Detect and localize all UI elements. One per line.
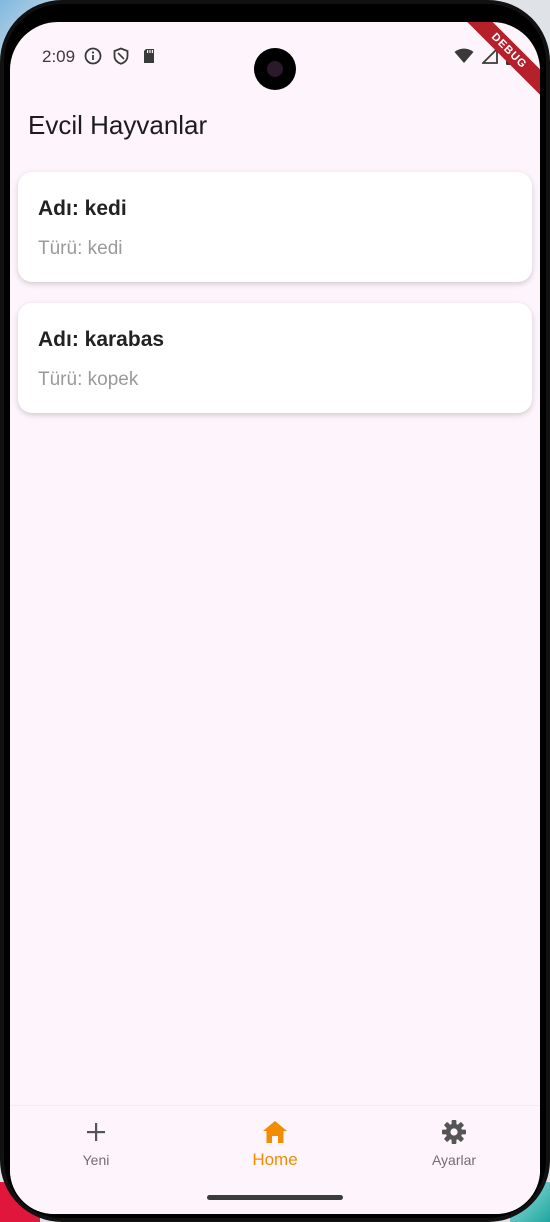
nav-item-label: Ayarlar	[431, 1152, 477, 1168]
list-item[interactable]: Adı: karabas Türü: kopek	[18, 303, 532, 413]
info-icon	[84, 47, 102, 65]
gesture-bar[interactable]	[207, 1195, 343, 1200]
phone-frame: 2:09 DEBUG Evcil Hayvanlar Adı: kedi Tür…	[0, 0, 550, 1222]
shield-icon	[112, 47, 130, 65]
nav-item-label: Yeni	[82, 1152, 110, 1168]
front-camera	[254, 48, 296, 90]
gear-icon	[440, 1118, 468, 1146]
page-title: Evcil Hayvanlar	[28, 110, 208, 140]
nav-item-label: Home	[252, 1150, 298, 1169]
status-bar: 2:09 DEBUG	[10, 22, 540, 104]
nav-item-home[interactable]: Home	[215, 1118, 335, 1170]
pet-name: Adı: kedi	[38, 197, 127, 220]
sd-card-icon	[140, 47, 158, 65]
app-bar: Evcil Hayvanlar	[10, 100, 540, 156]
pet-type: Türü: kopek	[38, 369, 139, 390]
list-item[interactable]: Adı: kedi Türü: kedi	[18, 172, 532, 282]
status-time: 2:09	[42, 47, 76, 66]
nav-item-settings[interactable]: Ayarlar	[394, 1118, 514, 1168]
app-screen: 2:09 DEBUG Evcil Hayvanlar Adı: kedi Tür…	[10, 22, 540, 1214]
nav-item-new[interactable]: Yeni	[36, 1118, 156, 1168]
bottom-navigation: Yeni Home Ayarlar	[10, 1105, 540, 1214]
pet-type: Türü: kedi	[38, 238, 123, 259]
pet-list: Adı: kedi Türü: kedi Adı: karabas Türü: …	[18, 172, 532, 434]
home-icon	[261, 1118, 289, 1146]
pet-name: Adı: karabas	[38, 328, 165, 351]
plus-icon	[82, 1118, 110, 1146]
wifi-icon	[454, 48, 474, 69]
